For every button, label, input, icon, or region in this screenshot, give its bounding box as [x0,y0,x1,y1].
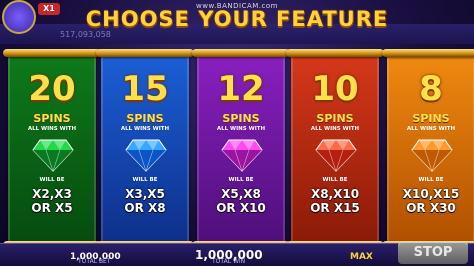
all-wins-label: ALL WINS WITH [27,126,77,132]
multiplier-line-1: X2,X3 [32,187,72,201]
multiplier-text: X10,X15 OR X30 [389,187,473,216]
total-win-label: TOTAL WIN [212,258,246,265]
multiplier-line-1: X3,X5 [125,187,165,201]
multiplier-text: X5,X8 OR X10 [199,187,283,216]
total-bet-label: TOTAL BET [78,258,111,265]
multiplier-line-1: X10,X15 [402,187,460,201]
diamond-icon [125,139,167,172]
spins-label: SPINS [316,112,354,125]
scroll-rod-top [382,49,474,57]
scroll-rod-top [286,49,384,57]
all-wins-label: ALL WINS WITH [216,126,266,132]
spin-count: 10 [311,69,359,109]
feature-card-10-spins[interactable]: 10 SPINS ALL WINS WITH WILL BE X8,X10 OR X15 [286,49,384,249]
multiplier-text: X8,X10 OR X15 [293,187,377,216]
will-be-label: WILL BE [228,177,254,183]
spins-label: SPINS [126,112,164,125]
balance-text: 517,093,058 [60,30,111,39]
spins-label: SPINS [33,112,71,125]
feature-card-20-spins[interactable]: 20 SPINS ALL WINS WITH WILL BE X2,X3 OR X5 [3,49,101,249]
scroll-rod-top [96,49,194,57]
will-be-label: WILL BE [322,177,348,183]
multiplier-line-2: OR X15 [310,201,360,216]
will-be-label: WILL BE [132,177,158,183]
scroll-rod-top [192,49,290,57]
will-be-label: WILL BE [39,177,65,183]
spin-count: 15 [121,69,169,109]
spin-count: 12 [217,69,265,109]
spins-label: SPINS [412,112,450,125]
bottom-bar: 1,000,000 TOTAL BET 1,000,000 TOTAL WIN … [0,242,474,266]
diamond-icon [221,139,263,172]
all-wins-label: ALL WINS WITH [310,126,360,132]
all-wins-label: ALL WINS WITH [406,126,456,132]
spin-count: 8 [419,69,443,109]
max-bet-button[interactable]: MAX [350,252,373,262]
multiplier-line-1: X8,X10 [310,187,360,201]
page-title: CHOOSE YOUR FEATURE [85,7,389,31]
will-be-label: WILL BE [418,177,444,183]
feature-card-15-spins[interactable]: 15 SPINS ALL WINS WITH WILL BE X3,X5 OR X8 [96,49,194,249]
all-wins-label: ALL WINS WITH [120,126,170,132]
multiplier-line-2: OR X30 [406,201,456,216]
feature-card-8-spins[interactable]: 8 SPINS ALL WINS WITH WILL BE X10,X15 OR X30 [382,49,474,249]
multiplier-line-1: X5,X8 [221,187,261,201]
diamond-icon [32,139,74,172]
diamond-icon [315,139,357,172]
stop-button[interactable]: STOP [398,242,468,264]
multiplier-line-2: OR X5 [31,201,73,216]
spins-label: SPINS [222,112,260,125]
multiplier-line-2: OR X8 [124,201,166,216]
feature-card-12-spins[interactable]: 12 SPINS ALL WINS WITH WILL BE X5,X8 OR X10 [192,49,290,249]
multiplier-line-2: OR X10 [216,201,266,216]
multiplier-text: X3,X5 OR X8 [103,187,187,216]
diamond-icon [411,139,453,172]
multiplier-text: X2,X3 OR X5 [10,187,94,216]
scroll-rod-top [3,49,101,57]
spin-count: 20 [28,69,76,109]
